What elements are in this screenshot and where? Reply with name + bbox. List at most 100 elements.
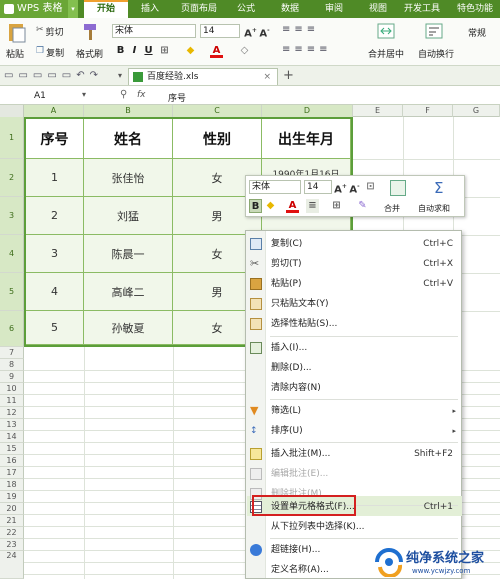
autosum-icon[interactable]: Σ xyxy=(434,179,443,197)
table-cell[interactable]: 高峰二 xyxy=(84,273,173,311)
new-tab-icon[interactable]: + xyxy=(283,68,294,83)
table-cell[interactable]: 3 xyxy=(26,235,84,273)
menu-item-insert[interactable]: 插入(I)... xyxy=(246,338,461,358)
format-painter-button[interactable] xyxy=(80,22,100,42)
menu-item-sort[interactable]: ↕ 排序(U) ▸ xyxy=(246,421,461,441)
row-header-4[interactable]: 4 xyxy=(0,235,24,273)
border-icon[interactable]: ⊞ xyxy=(158,44,171,58)
italic-button[interactable]: I xyxy=(128,44,141,58)
vertical-align-icons[interactable]: ≡≡≡ xyxy=(282,24,340,38)
name-box-dropdown-icon[interactable]: ▾ xyxy=(82,90,86,99)
tab-insert[interactable]: 插入 xyxy=(132,0,168,18)
row-header-22[interactable]: 22 xyxy=(0,527,24,539)
font-color-icon[interactable]: A xyxy=(210,44,223,58)
menu-item-clear-contents[interactable]: 清除内容(N) xyxy=(246,378,461,398)
table-cell[interactable]: 张佳怡 xyxy=(84,159,173,197)
row-header-2[interactable]: 2 xyxy=(0,159,24,197)
tab-home[interactable]: 开始 xyxy=(84,0,128,18)
mini-fill-color-icon[interactable]: ◆ xyxy=(264,199,277,213)
fill-color-icon[interactable]: ◆ xyxy=(184,44,197,58)
tab-review[interactable]: 审阅 xyxy=(316,0,352,18)
merge-center-icon[interactable] xyxy=(376,22,396,40)
horizontal-align-icons[interactable]: ≡≡≡≡ xyxy=(282,44,352,58)
copy-button[interactable]: ❐ 复制 xyxy=(36,46,64,59)
row-header-1[interactable]: 1 xyxy=(0,117,24,159)
column-header-c[interactable]: C xyxy=(173,105,262,117)
font-size-select[interactable]: 14 xyxy=(200,24,240,38)
row-header-15[interactable]: 15 xyxy=(0,443,24,455)
font-shrink-icon[interactable]: A- xyxy=(258,24,271,39)
mini-align-icon[interactable]: ≡ xyxy=(306,199,319,213)
row-header-20[interactable]: 20 xyxy=(0,503,24,515)
menu-item-cut[interactable]: ✂ 剪切(T) Ctrl+X xyxy=(246,254,461,274)
column-header-g[interactable]: G xyxy=(453,105,500,117)
mini-font-size[interactable]: 14 xyxy=(304,180,332,194)
wrap-text-label[interactable]: 自动换行 xyxy=(418,47,454,60)
row-header-23[interactable]: 23 xyxy=(0,539,24,551)
tab-formulas[interactable]: 公式 xyxy=(228,0,264,18)
cut-button[interactable]: ✂ 剪切 xyxy=(36,25,64,38)
mini-font-shrink-icon[interactable]: A- xyxy=(348,180,361,195)
row-header-12[interactable]: 12 xyxy=(0,407,24,419)
tab-view[interactable]: 视图 xyxy=(360,0,396,18)
tab-features[interactable]: 特色功能 xyxy=(450,0,500,18)
table-cell[interactable]: 刘猛 xyxy=(84,197,173,235)
wps-app-button[interactable]: WPS 表格 ▾ xyxy=(0,0,78,18)
underline-button[interactable]: U xyxy=(142,44,155,58)
paste-large-button[interactable] xyxy=(6,22,28,44)
table-cell[interactable]: 4 xyxy=(26,273,84,311)
document-tab[interactable]: 百度经验.xls × xyxy=(128,68,278,85)
row-header-21[interactable]: 21 xyxy=(0,515,24,527)
table-cell[interactable]: 2 xyxy=(26,197,84,235)
menu-item-filter[interactable]: ▼ 筛选(L) ▸ xyxy=(246,401,461,421)
mini-brush-icon[interactable]: ✎ xyxy=(356,199,369,213)
row-header-17[interactable]: 17 xyxy=(0,467,24,479)
quick-access-icons[interactable]: ▭▭▭▭▭↶↷ xyxy=(4,70,103,81)
mini-font-color-icon[interactable]: A xyxy=(286,199,299,213)
tab-data[interactable]: 数据 xyxy=(272,0,308,18)
column-header-e[interactable]: E xyxy=(353,105,403,117)
clear-format-icon[interactable]: ◇ xyxy=(238,44,251,58)
row-header-14[interactable]: 14 xyxy=(0,431,24,443)
tab-developer[interactable]: 开发工具 xyxy=(398,0,446,18)
mini-format-icon[interactable]: ⊡ xyxy=(364,180,377,194)
row-header-24[interactable]: 24 xyxy=(0,551,24,579)
tab-page-layout[interactable]: 页面布局 xyxy=(172,0,226,18)
row-header-13[interactable]: 13 xyxy=(0,419,24,431)
mini-merge-label[interactable]: 合并 xyxy=(384,203,400,214)
mini-font-name[interactable]: 宋体 xyxy=(249,180,301,194)
mini-bold-button[interactable]: B xyxy=(249,199,262,213)
menu-item-paste[interactable]: 粘贴(P) Ctrl+V xyxy=(246,274,461,294)
close-tab-icon[interactable]: × xyxy=(263,69,271,85)
merge-center-label[interactable]: 合并居中 xyxy=(368,47,404,60)
table-cell[interactable]: 1 xyxy=(26,159,84,197)
mini-font-grow-icon[interactable]: A+ xyxy=(334,180,347,195)
table-cell[interactable]: 陈晨一 xyxy=(84,235,173,273)
app-menu-dropdown-icon[interactable]: ▾ xyxy=(68,0,78,18)
column-header-d[interactable]: D xyxy=(262,105,353,117)
table-cell[interactable]: 5 xyxy=(26,311,84,345)
mini-merge-icon[interactable] xyxy=(390,180,406,196)
menu-item-paste-special[interactable]: 选择性粘贴(S)... xyxy=(246,314,461,334)
row-header-18[interactable]: 18 xyxy=(0,479,24,491)
menu-item-copy[interactable]: 复制(C) Ctrl+C xyxy=(246,234,461,254)
bold-button[interactable]: B xyxy=(114,44,127,58)
column-header-f[interactable]: F xyxy=(403,105,453,117)
menu-item-paste-text[interactable]: 只粘贴文本(Y) xyxy=(246,294,461,314)
select-all-corner[interactable] xyxy=(0,105,24,117)
fx-icon[interactable]: fx xyxy=(137,90,146,100)
column-header-b[interactable]: B xyxy=(84,105,173,117)
row-header-7[interactable]: 7 xyxy=(0,347,24,359)
formula-input[interactable]: 序号 xyxy=(168,91,186,104)
table-cell[interactable]: 孙敏夏 xyxy=(84,311,173,345)
header-cell-birth[interactable]: 出生年月 xyxy=(262,119,351,159)
row-header-3[interactable]: 3 xyxy=(0,197,24,235)
font-name-select[interactable]: 宋体 xyxy=(112,24,196,38)
row-header-8[interactable]: 8 xyxy=(0,359,24,371)
header-cell-id[interactable]: 序号 xyxy=(26,119,84,159)
menu-item-delete[interactable]: 删除(D)... xyxy=(246,358,461,378)
mini-border-icon[interactable]: ⊞ xyxy=(330,199,343,213)
row-header-19[interactable]: 19 xyxy=(0,491,24,503)
row-header-11[interactable]: 11 xyxy=(0,395,24,407)
menu-item-pick-from-list[interactable]: 从下拉列表中选择(K)... xyxy=(246,517,461,537)
